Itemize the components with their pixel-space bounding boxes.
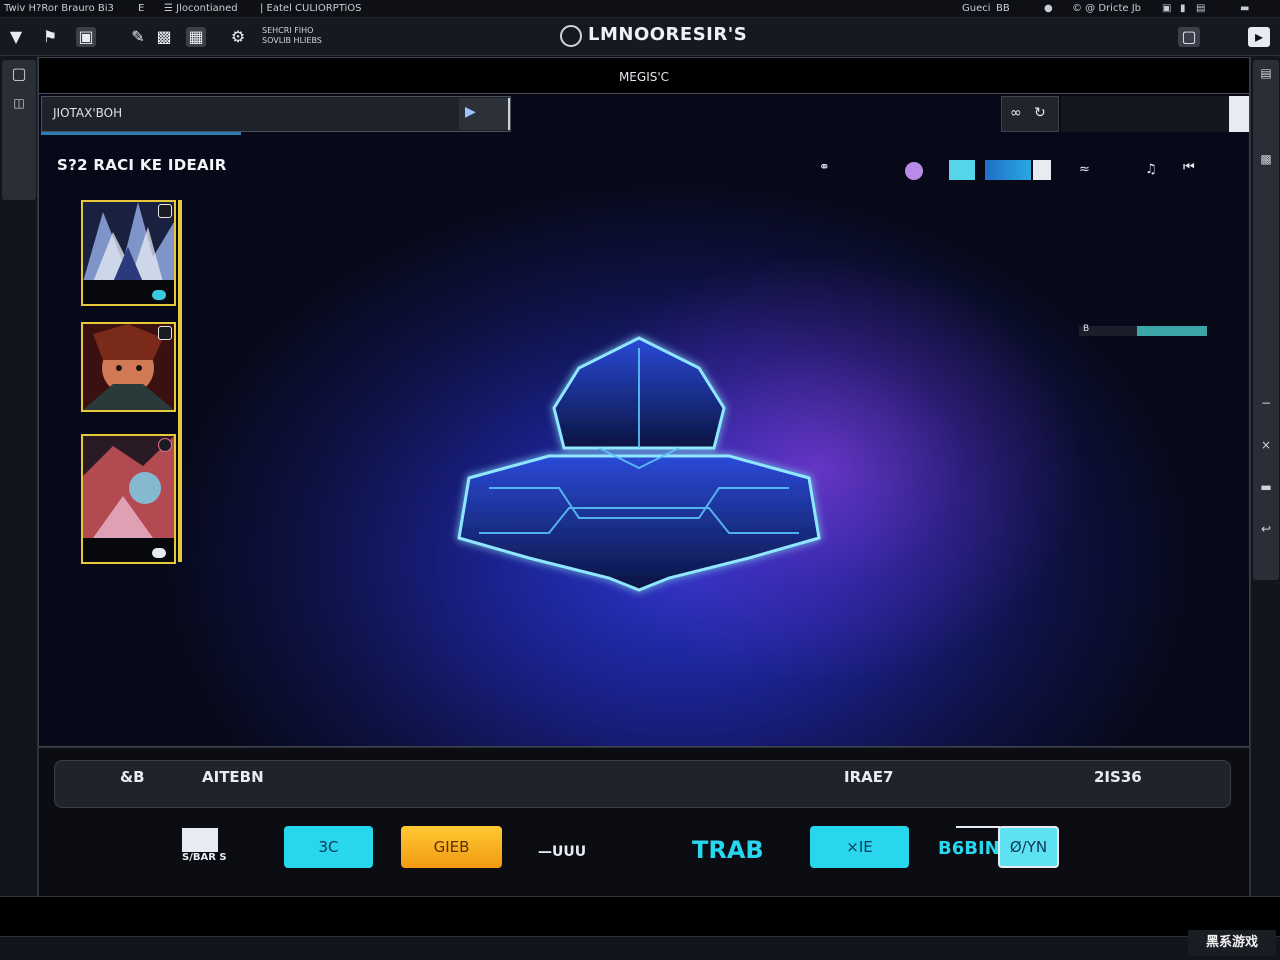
profile-icon[interactable]: ▸ [1248, 27, 1270, 47]
skip-back-icon[interactable]: ⏮ [1183, 160, 1195, 175]
layer-icon[interactable]: ▩ [154, 27, 174, 47]
card-scroll-rail[interactable] [178, 200, 182, 562]
card-art [83, 436, 174, 538]
search-divider [505, 98, 510, 130]
card-badge [158, 438, 172, 452]
file-icon[interactable]: ◫ [7, 96, 31, 110]
search-input-value[interactable]: JIOTAX'BOH [53, 106, 122, 120]
layout-icon[interactable]: ▤ [1254, 66, 1278, 80]
action-text-right: B6BIN [938, 838, 1000, 859]
panel-icon[interactable]: ▩ [1254, 152, 1278, 166]
stats-label: S/BAR S [182, 852, 227, 863]
status-icon: ● [1044, 3, 1053, 14]
menu-right-1: Gueci [962, 3, 991, 14]
dash-icon[interactable]: ▬ [1254, 480, 1278, 494]
card-chip [152, 548, 166, 558]
bookmark-icon[interactable]: ⚑ [40, 27, 60, 47]
mini-meter-label: B [1083, 324, 1090, 334]
hud-slot-2[interactable] [985, 160, 1031, 180]
watermark-tag: 黑系游戏 [1188, 930, 1276, 956]
card-chip [152, 290, 166, 300]
view-controls-extension [1061, 96, 1229, 132]
action-text-mid: —UUU [538, 844, 587, 860]
info-short: &B [120, 768, 145, 786]
window-icon[interactable]: ▢ [7, 64, 31, 83]
minimize-icon[interactable]: ▬ [1240, 3, 1249, 14]
scrollbar[interactable] [1229, 96, 1249, 132]
hud-slot-3[interactable] [1033, 160, 1051, 180]
action-text-cyan[interactable]: TRAB [692, 836, 764, 864]
crystal-platform[interactable] [449, 328, 829, 598]
battery-icon: ▮ [1180, 3, 1186, 14]
right-rail-tab[interactable] [1253, 60, 1279, 580]
footer-bar [0, 936, 1280, 960]
hud-slot-1[interactable] [949, 160, 975, 180]
character-card[interactable] [81, 434, 176, 564]
viewport-title: MEGIS'C [618, 70, 670, 84]
left-rail: ▢ ◫ ↺ [0, 56, 38, 936]
character-card[interactable] [81, 200, 176, 306]
key-icon[interactable]: ⚭ [819, 160, 841, 182]
wave-icon[interactable]: ≈ [1079, 162, 1090, 177]
action-button-2[interactable]: GIEB [401, 826, 502, 868]
card-badge [158, 204, 172, 218]
action-button-3[interactable]: ×IE [810, 826, 909, 868]
menu-right-2: BB [996, 3, 1010, 14]
stats-icon[interactable] [182, 828, 218, 852]
action-connector [956, 826, 1000, 828]
play-icon[interactable]: ▶ [465, 104, 476, 120]
action-button-4[interactable]: Ø/YN [998, 826, 1059, 868]
app-logo [560, 25, 582, 47]
image-icon[interactable]: ▣ [76, 27, 96, 47]
qr-icon[interactable]: ▦ [186, 27, 206, 47]
wifi-icon: ▤ [1196, 3, 1206, 14]
info-value-a: IRAE7 [844, 768, 894, 786]
menu-item-edit[interactable]: E [138, 3, 144, 14]
window-icon[interactable]: ▣ [1162, 3, 1171, 14]
game-viewport[interactable]: MEGIS'C JIOTAX'BOH ▶ ∞ ↻ S?2 RACI KE IDE… [38, 57, 1250, 747]
character-card[interactable] [81, 322, 176, 412]
action-button-1[interactable]: 3C [284, 826, 373, 868]
card-badge [158, 326, 172, 340]
panel-toggle-icon[interactable]: ▢ [1178, 27, 1200, 47]
menu-item-app[interactable]: Twiv H?Ror Brauro Bi3 [4, 3, 114, 14]
toolbar-caption: SEHCRI FIHO SOVLIB HLIEBS [262, 26, 322, 45]
refresh-icon[interactable]: ↻ [1034, 105, 1046, 121]
info-value-b: 2IS36 [1094, 768, 1142, 786]
settings-icon[interactable]: ⚙ [228, 27, 248, 47]
section-title: S?2 RACI KE IDEAIR [57, 156, 227, 174]
close-icon[interactable]: × [1254, 438, 1278, 452]
info-title: AITEBN [202, 768, 264, 786]
search-progress [41, 132, 241, 135]
menu-right-3: © @ Dricte Jb [1072, 3, 1141, 14]
mini-meter: B [1079, 324, 1207, 336]
link-icon[interactable]: ∞ [1010, 105, 1022, 121]
hook-icon[interactable]: ↩ [1254, 522, 1278, 536]
text-tool-icon[interactable]: ✎ [128, 27, 148, 47]
right-rail: ▤ ▩ − × ▬ ↩ ℹ [1250, 56, 1280, 936]
sound-icon[interactable]: ♫ [1145, 162, 1157, 177]
cursor-icon[interactable]: ▼ [6, 27, 26, 47]
app-title: LMNOORESIR'S [588, 24, 748, 45]
orb-icon[interactable] [905, 162, 923, 180]
menu-item-controls[interactable]: ☰ Jlocontianed [164, 3, 238, 14]
menu-bar: Twiv H?Ror Brauro Bi3 E ☰ Jlocontianed |… [0, 0, 1280, 18]
mini-meter-fill [1136, 326, 1207, 336]
status-bar [0, 896, 1280, 936]
minus-icon[interactable]: − [1254, 396, 1278, 410]
menu-item-options[interactable]: | Eatel CULIORPTiOS [260, 3, 362, 14]
view-controls: ∞ ↻ [1001, 96, 1059, 132]
